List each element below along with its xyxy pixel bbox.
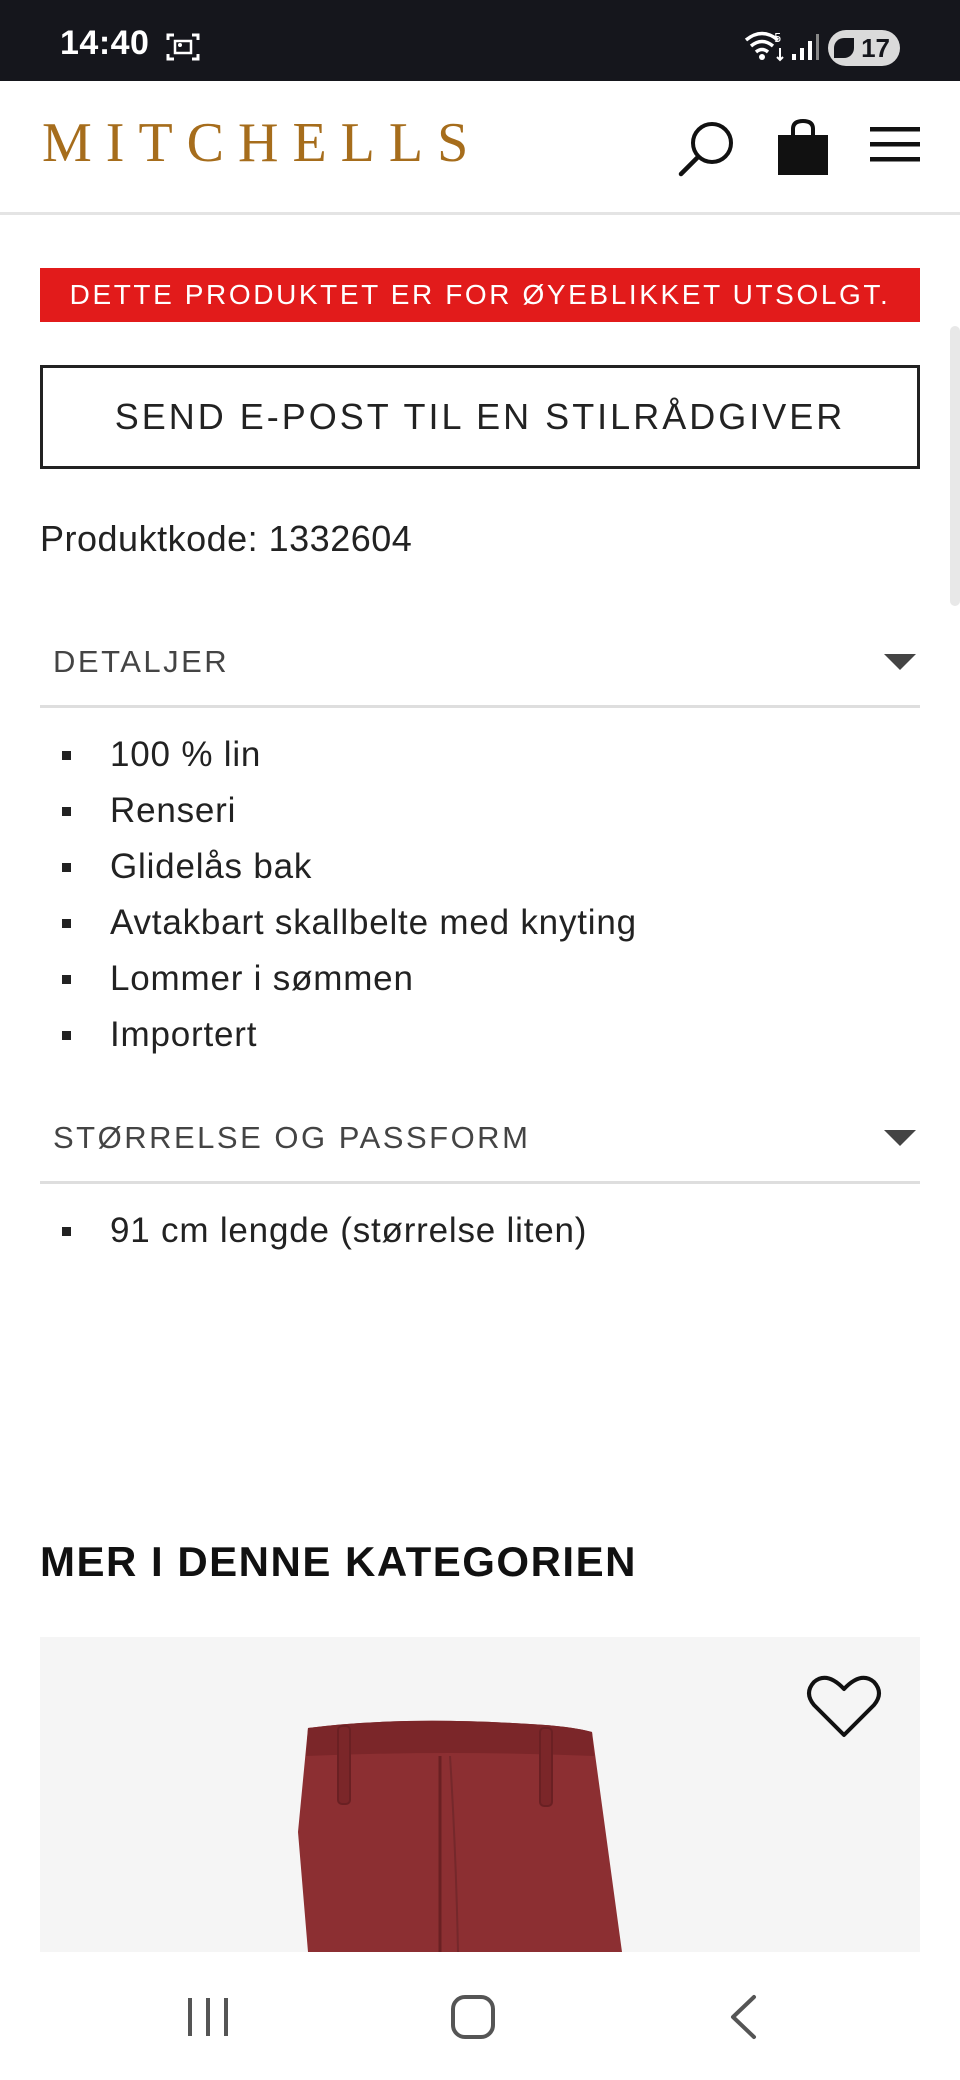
sold-out-banner: DETTE PRODUKTET ER FOR ØYEBLIKKET UTSOLG… [40, 268, 920, 322]
related-category-heading: MER I DENNE KATEGORIEN [40, 1538, 637, 1585]
recent-apps-icon[interactable] [186, 1996, 230, 2043]
scrollbar[interactable] [950, 326, 960, 606]
home-icon[interactable] [450, 1994, 496, 2045]
svg-text:5: 5 [774, 31, 782, 45]
list-item: Lommer i sømmen [40, 951, 920, 1007]
product-code: Produktkode: 1332604 [40, 518, 413, 559]
bullet-icon [62, 1031, 71, 1040]
bullet-icon [62, 807, 71, 816]
bullet-icon [62, 975, 71, 984]
list-item: Avtakbart skallbelte med knyting [40, 895, 920, 951]
details-title: DETALJER [53, 644, 230, 679]
back-icon[interactable] [728, 1994, 758, 2045]
heart-icon[interactable] [806, 1673, 882, 1746]
hamburger-menu-icon[interactable] [870, 125, 922, 170]
email-stylist-button[interactable]: SEND E-POST TIL EN STILRÅDGIVER [40, 365, 920, 469]
related-product-card[interactable] [40, 1637, 920, 1952]
size-fit-title: STØRRELSE OG PASSFORM [53, 1120, 531, 1155]
details-list: 100 % lin Renseri Glidelås bak Avtakbart… [40, 727, 920, 1063]
battery-icon: 17 [828, 30, 900, 66]
bullet-icon [62, 751, 71, 760]
list-item: 91 cm lengde (størrelse liten) [40, 1203, 920, 1259]
battery-level: 17 [861, 32, 890, 63]
search-icon[interactable] [676, 117, 738, 184]
logo[interactable]: MITCHELLS [42, 111, 482, 175]
caret-down-icon [884, 654, 916, 670]
power-saving-icon [834, 38, 854, 58]
caret-down-icon [884, 1130, 916, 1146]
shopping-bag-icon[interactable] [776, 118, 830, 182]
signal-icon [790, 32, 820, 67]
size-fit-accordion-header[interactable]: STØRRELSE OG PASSFORM [40, 1090, 920, 1184]
size-fit-list: 91 cm lengde (størrelse liten) [40, 1203, 920, 1259]
list-item: 100 % lin [40, 727, 920, 783]
bullet-icon [62, 1227, 71, 1236]
status-bar: 14:40 5 17 [0, 0, 960, 81]
bullet-icon [62, 919, 71, 928]
list-item: Renseri [40, 783, 920, 839]
details-accordion-header[interactable]: DETALJER [40, 614, 920, 708]
list-item: Importert [40, 1007, 920, 1063]
bullet-icon [62, 863, 71, 872]
list-item: Glidelås bak [40, 839, 920, 895]
wifi-icon: 5 [744, 30, 786, 67]
site-header: MITCHELLS [0, 81, 960, 215]
product-image[interactable] [250, 1712, 690, 1952]
system-nav-bar [0, 1952, 960, 2080]
status-time: 14:40 [60, 24, 150, 62]
screenshot-icon [166, 32, 200, 67]
